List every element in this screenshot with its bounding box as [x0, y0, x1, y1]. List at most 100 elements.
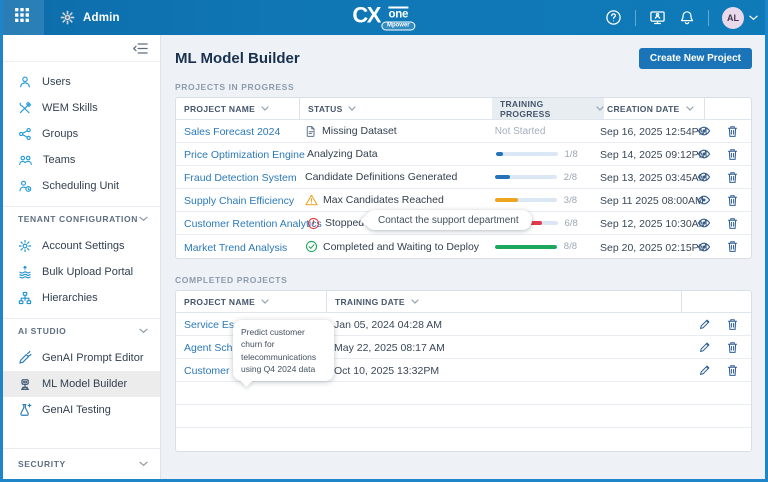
column-header-creation-date[interactable]: CREATION DATE [604, 98, 704, 119]
section-tenant-configuration[interactable]: TENANT CONFIGURATION [3, 207, 160, 231]
sidebar-item-genai-testing[interactable]: GenAI Testing [3, 397, 160, 423]
creation-date: Sep 20, 2025 02:15PM [600, 242, 707, 254]
sidebar-item-scheduling-unit[interactable]: Scheduling Unit [3, 173, 160, 199]
column-header-training-date[interactable]: TRAINING DATE [326, 291, 681, 312]
chevron-down-icon [749, 15, 758, 21]
empty-table-row [176, 382, 751, 405]
delete-trash-icon[interactable] [727, 364, 738, 377]
sidebar-item-account-settings[interactable]: Account Settings [3, 233, 160, 259]
delete-trash-icon[interactable] [727, 341, 738, 354]
app-window: Admin CX one Mpower AL [0, 0, 768, 482]
sidebar-item-ml-model-builder[interactable]: ML Model Builder [3, 371, 160, 397]
sidebar-item-label: WEM Skills [42, 102, 98, 114]
logo-one-text: one [389, 6, 409, 19]
sidebar-group-tenant: Account Settings Bulk Upload Portal Hier… [3, 231, 160, 318]
column-label: TRAINING DATE [335, 297, 405, 307]
column-header-training-progress[interactable]: TRAINING PROGRESS [492, 98, 604, 119]
column-header-actions [681, 291, 751, 312]
table-row: Price Optimization Engine Analyzing Data… [176, 143, 751, 166]
current-app[interactable]: Admin [60, 10, 120, 25]
sidebar-collapse-button[interactable] [132, 42, 148, 55]
user-icon [18, 75, 32, 89]
sidebar-item-teams[interactable]: Teams [3, 147, 160, 173]
creation-date: Sep 13, 2025 03:45AM [600, 172, 707, 184]
delete-trash-icon[interactable] [727, 217, 738, 230]
column-header-project-name[interactable]: PROJECT NAME [176, 291, 326, 312]
stopped-icon [307, 217, 320, 230]
in-progress-section-label: PROJECTS IN PROGRESS [175, 82, 752, 92]
view-eye-icon[interactable] [697, 126, 711, 136]
in-progress-table: PROJECT NAME STATUS TRAINING PROGRESS CR… [175, 97, 752, 259]
delete-trash-icon[interactable] [727, 125, 738, 138]
column-label: PROJECT NAME [184, 104, 255, 114]
view-eye-icon[interactable] [697, 242, 711, 252]
column-label: CREATION DATE [607, 104, 680, 114]
sidebar-item-label: Account Settings [42, 240, 125, 252]
help-button[interactable] [605, 9, 622, 26]
delete-trash-icon[interactable] [727, 318, 738, 331]
sidebar-item-groups[interactable]: Groups [3, 121, 160, 147]
sort-chevron-icon [348, 106, 356, 111]
view-eye-icon[interactable] [697, 195, 711, 205]
creation-date: Sep 14, 2025 09:12PM [600, 149, 707, 161]
delete-trash-icon[interactable] [727, 194, 738, 207]
top-bar: Admin CX one Mpower AL [0, 0, 768, 35]
robot-icon [18, 377, 32, 391]
section-ai-studio[interactable]: AI STUDIO [3, 319, 160, 343]
avatar: AL [722, 7, 744, 29]
progress-cell: 8/8 [487, 241, 597, 252]
creation-date: Sep 12, 2025 10:30AM [600, 218, 707, 230]
view-eye-icon[interactable] [697, 218, 711, 228]
gear-icon [18, 239, 32, 253]
flask-icon [18, 403, 32, 417]
column-label: TRAINING PROGRESS [500, 99, 590, 119]
view-eye-icon[interactable] [697, 172, 711, 182]
project-link[interactable]: Supply Chain Efficiency [184, 195, 294, 207]
section-security[interactable]: SECURITY [3, 449, 160, 479]
sidebar-item-genai-prompt-editor[interactable]: GenAI Prompt Editor [3, 345, 160, 371]
progress-fraction: 1/8 [565, 149, 578, 160]
chevron-down-icon [139, 216, 148, 222]
sidebar-item-bulk-upload-portal[interactable]: Bulk Upload Portal [3, 259, 160, 285]
sidebar-item-hierarchies[interactable]: Hierarchies [3, 285, 160, 311]
page-title: ML Model Builder [175, 50, 300, 67]
edit-pencil-icon[interactable] [699, 341, 711, 353]
sidebar-item-users[interactable]: Users [3, 69, 160, 95]
project-link[interactable]: Fraud Detection System [184, 172, 297, 184]
sidebar-item-label: ML Model Builder [42, 378, 127, 390]
delete-trash-icon[interactable] [727, 171, 738, 184]
column-header-status[interactable]: STATUS [299, 98, 492, 119]
progress-bar [495, 198, 557, 202]
completed-table-header: PROJECT NAME TRAINING DATE [176, 291, 751, 313]
progress-cell: 2/8 [487, 172, 597, 183]
edit-pencil-icon[interactable] [699, 364, 711, 376]
app-launcher-button[interactable] [0, 0, 44, 35]
project-link[interactable]: Market Trend Analysis [184, 242, 287, 254]
create-new-project-button[interactable]: Create New Project [639, 48, 752, 69]
creation-date: Sep 16, 2025 12:54PM [600, 126, 707, 138]
status-text: Max Candidates Reached [323, 194, 444, 206]
project-link[interactable]: Sales Forecast 2024 [184, 126, 280, 138]
section-label: TENANT CONFIGURATION [18, 214, 138, 224]
training-date: Jan 05, 2024 04:28 AM [334, 319, 442, 331]
sidebar-item-wem-skills[interactable]: WEM Skills [3, 95, 160, 121]
table-row: Fraud Detection System Candidate Definit… [176, 166, 751, 189]
user-menu[interactable]: AL [722, 7, 758, 29]
screen-share-button[interactable] [649, 9, 666, 26]
upload-layers-icon [18, 265, 32, 279]
sort-chevron-icon [261, 299, 269, 304]
edit-pencil-icon[interactable] [699, 318, 711, 330]
column-header-project-name[interactable]: PROJECT NAME [176, 98, 299, 119]
current-app-label: Admin [83, 12, 120, 24]
view-eye-icon[interactable] [697, 149, 711, 159]
sidebar-item-label: Hierarchies [42, 292, 98, 304]
empty-table-row [176, 405, 751, 428]
project-link[interactable]: Price Optimization Engine [184, 149, 305, 161]
logo-cx-text: CX [352, 5, 380, 25]
people-icon [18, 153, 33, 167]
delete-trash-icon[interactable] [727, 148, 738, 161]
admin-gear-icon [60, 10, 75, 25]
table-row: Supply Chain Efficiency Max Candidates R… [176, 189, 751, 212]
delete-trash-icon[interactable] [727, 240, 738, 253]
notifications-bell-button[interactable] [679, 10, 695, 26]
